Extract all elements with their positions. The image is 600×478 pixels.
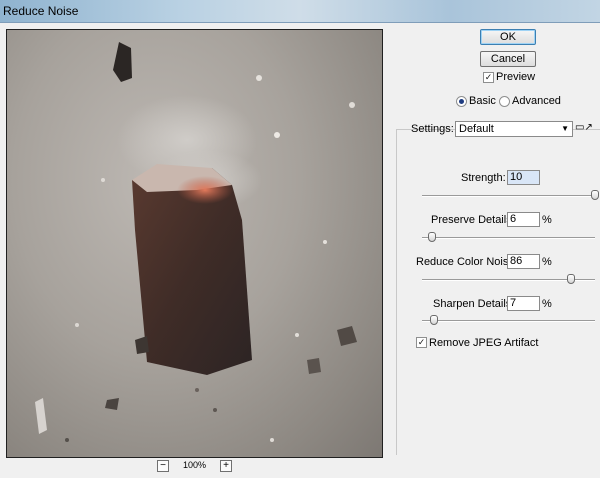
sharpen-details-label: Sharpen Details: (433, 298, 515, 310)
window-title: Reduce Noise (3, 4, 79, 18)
advanced-radio[interactable] (499, 96, 510, 107)
sharpen-details-slider-thumb[interactable] (430, 315, 439, 325)
strength-input[interactable]: 10 (507, 170, 540, 185)
basic-radio[interactable] (456, 96, 467, 107)
settings-value: Default (459, 123, 494, 135)
preserve-details-input[interactable]: 6 (507, 212, 540, 227)
preserve-details-slider (422, 237, 595, 239)
save-settings-icon[interactable]: ▭↗ (575, 122, 593, 133)
cancel-button[interactable]: Cancel (480, 51, 536, 67)
reduce-color-noise-unit: % (542, 256, 552, 268)
advanced-label: Advanced (512, 95, 561, 107)
sharpen-details-slider (422, 320, 595, 322)
reduce-color-noise-label: Reduce Color Noise: (416, 256, 518, 268)
chevron-down-icon: ▼ (561, 124, 569, 133)
strength-slider-thumb[interactable] (591, 190, 599, 200)
zoom-bar: − 100% + (155, 459, 235, 473)
title-bar: Reduce Noise (0, 0, 600, 23)
zoom-in-button[interactable]: + (220, 460, 232, 472)
remove-jpeg-artifact-label: Remove JPEG Artifact (429, 337, 539, 349)
zoom-level: 100% (183, 460, 207, 470)
basic-label: Basic (469, 95, 496, 107)
reduce-color-noise-input[interactable]: 86 (507, 254, 540, 269)
preserve-details-label: Preserve Details: (431, 214, 515, 226)
preview-image[interactable] (6, 29, 383, 458)
zoom-out-button[interactable]: − (157, 460, 169, 472)
strength-slider (422, 195, 595, 197)
ok-button[interactable]: OK (480, 29, 536, 45)
settings-dropdown[interactable]: Default ▼ (455, 121, 573, 137)
strength-label: Strength: (461, 172, 506, 184)
reduce-color-noise-slider-thumb[interactable] (566, 274, 575, 284)
settings-label: Settings: (411, 123, 454, 135)
sharpen-details-unit: % (542, 298, 552, 310)
sharpen-details-input[interactable]: 7 (507, 296, 540, 311)
preview-checkbox[interactable]: ✓ (483, 72, 494, 83)
preserve-details-unit: % (542, 214, 552, 226)
preview-label: Preview (496, 71, 536, 83)
remove-jpeg-artifact-checkbox[interactable]: ✓ (416, 337, 427, 348)
preview-image-artwork (35, 42, 357, 442)
